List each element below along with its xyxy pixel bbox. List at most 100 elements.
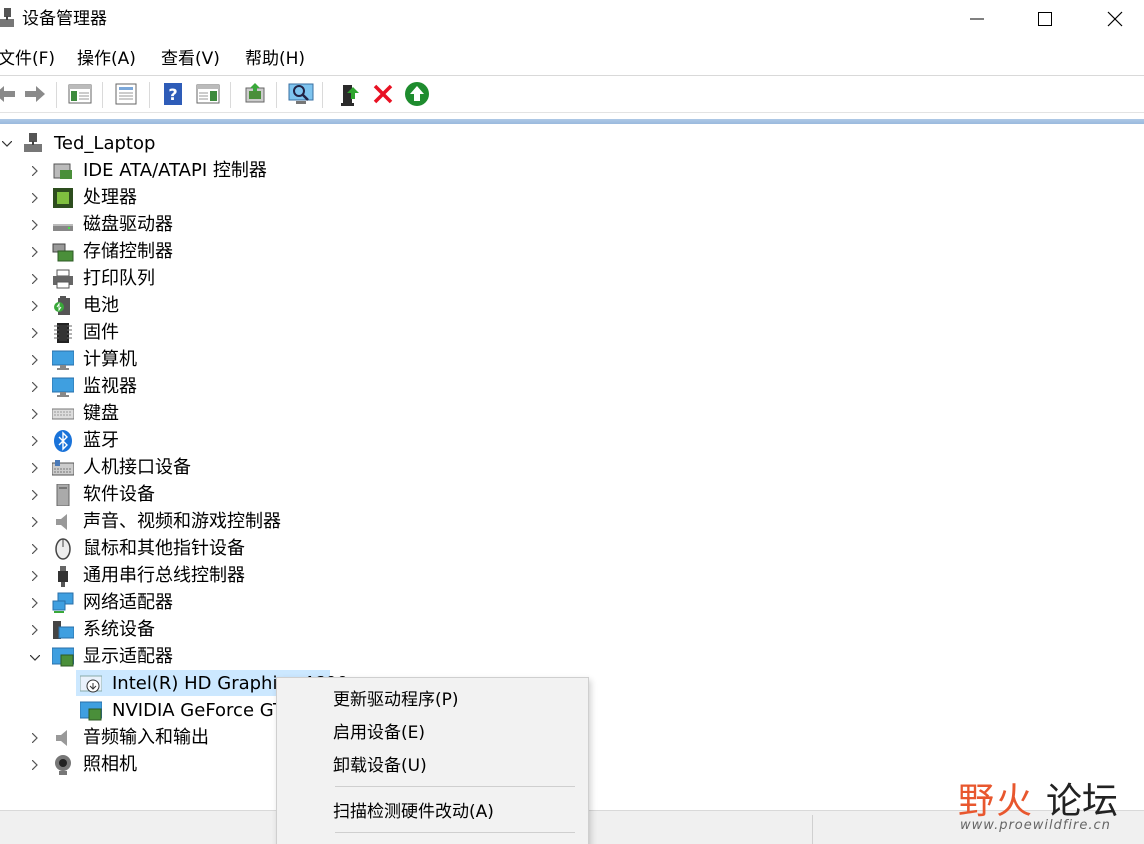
tree-item-mice[interactable]: 鼠标和其他指针设备 (0, 535, 300, 562)
tree-item-label: 处理器 (83, 187, 137, 208)
tree-item-label: 鼠标和其他指针设备 (83, 538, 245, 559)
tree-item-label: IDE ATA/ATAPI 控制器 (83, 160, 267, 181)
action-pane-icon (196, 84, 220, 104)
tree-item-label: 照相机 (83, 754, 137, 775)
tree-item-system-devices[interactable]: 系统设备 (0, 616, 300, 643)
tree-root-label: Ted_Laptop (54, 133, 156, 154)
menu-item-uninstall-device[interactable]: 卸载设备(U) (333, 754, 427, 778)
chevron-right-icon[interactable] (28, 461, 42, 475)
chevron-right-icon[interactable] (28, 191, 42, 205)
window-title: 设备管理器 (22, 9, 107, 29)
tree-item-usb-controllers[interactable]: 通用串行总线控制器 (0, 562, 300, 589)
update-driver-button[interactable] (242, 81, 268, 107)
help-button[interactable]: ? (160, 81, 186, 107)
chevron-right-icon[interactable] (28, 758, 42, 772)
display-adapter-icon (80, 701, 102, 721)
menu-item-scan-hardware[interactable]: 扫描检测硬件改动(A) (333, 800, 494, 824)
menu-separator (335, 832, 575, 833)
menu-view[interactable]: 查看(V) (161, 47, 220, 71)
tree-item-label: 软件设备 (83, 484, 155, 505)
enable-device-button[interactable] (336, 81, 362, 107)
chevron-right-icon[interactable] (28, 569, 42, 583)
tree-item-label: 监视器 (83, 376, 137, 397)
chevron-right-icon[interactable] (28, 272, 42, 286)
tree-item-label: 计算机 (83, 349, 137, 370)
tree-item-keyboards[interactable]: 键盘 (0, 400, 300, 427)
properties-button[interactable] (113, 81, 139, 107)
chevron-right-icon[interactable] (28, 515, 42, 529)
chevron-right-icon[interactable] (28, 542, 42, 556)
chevron-right-icon[interactable] (28, 245, 42, 259)
menu-item-enable-device[interactable]: 启用设备(E) (333, 721, 425, 745)
close-button[interactable] (1080, 0, 1144, 38)
chevron-right-icon[interactable] (28, 623, 42, 637)
chevron-right-icon[interactable] (28, 164, 42, 178)
tree-item-disk-drives[interactable]: 磁盘驱动器 (0, 211, 300, 238)
tree-item-battery[interactable]: 电池 (0, 292, 300, 319)
uninstall-device-button[interactable] (370, 81, 396, 107)
storage-controller-icon (52, 243, 74, 262)
disk-drive-icon (53, 224, 73, 231)
tree-item-label: 蓝牙 (83, 430, 119, 451)
printer-icon (53, 269, 73, 289)
update-driver-icon (245, 83, 265, 103)
chevron-right-icon[interactable] (28, 380, 42, 394)
tree-item-sound-video[interactable]: 声音、视频和游戏控制器 (0, 508, 320, 535)
watermark-url: www.proewildfire.cn (960, 818, 1111, 833)
enable-device-green-button[interactable] (404, 81, 430, 107)
menu-file[interactable]: 文件(F) (0, 47, 55, 71)
chevron-down-icon[interactable] (0, 137, 14, 151)
svg-text:?: ? (168, 85, 177, 104)
maximize-button[interactable] (1010, 0, 1080, 38)
action-pane-button[interactable] (195, 81, 221, 107)
tree-item-processor[interactable]: 处理器 (0, 184, 300, 211)
tree-item-monitors[interactable]: 监视器 (0, 373, 300, 400)
tree-item-network-adapters[interactable]: 网络适配器 (0, 589, 300, 616)
chevron-right-icon[interactable] (28, 596, 42, 610)
tree-item-cameras[interactable]: 照相机 (0, 751, 300, 778)
chevron-right-icon[interactable] (28, 407, 42, 421)
tree-item-computer[interactable]: 计算机 (0, 346, 300, 373)
speaker-icon (56, 730, 67, 746)
tree-item-bluetooth[interactable]: 蓝牙 (0, 427, 300, 454)
context-menu: 更新驱动程序(P) 启用设备(E) 卸载设备(U) 扫描检测硬件改动(A) (276, 677, 589, 844)
toolbar: ? (0, 75, 1144, 112)
chevron-down-icon[interactable] (28, 651, 42, 665)
forward-button[interactable] (22, 81, 48, 107)
uninstall-icon (373, 84, 393, 104)
toolbar-separator (230, 82, 231, 108)
chevron-right-icon[interactable] (28, 326, 42, 340)
minimize-button[interactable] (942, 0, 1012, 38)
chevron-right-icon[interactable] (28, 353, 42, 367)
scan-hardware-icon (288, 83, 314, 104)
menu-action[interactable]: 操作(A) (77, 47, 136, 71)
menu-item-update-driver[interactable]: 更新驱动程序(P) (333, 688, 459, 712)
chevron-right-icon[interactable] (28, 299, 42, 313)
tree-item-hid[interactable]: 人机接口设备 (0, 454, 300, 481)
display-disabled-icon (80, 675, 102, 693)
enable-device-icon (341, 85, 359, 106)
tree-item-storage-controllers[interactable]: 存储控制器 (0, 238, 300, 265)
chevron-right-icon[interactable] (28, 731, 42, 745)
tree-root[interactable]: Ted_Laptop (0, 130, 200, 157)
toolbar-separator (56, 82, 57, 108)
back-button[interactable] (0, 81, 18, 107)
minimize-icon (970, 18, 984, 20)
scan-hardware-button[interactable] (288, 81, 314, 107)
tree-item-audio-io[interactable]: 音频输入和输出 (0, 724, 300, 751)
computer-icon (52, 350, 74, 370)
device-manager-window: 设备管理器 文件(F) 操作(A) 查看(V) 帮助(H) ? Ted_Lapt… (0, 0, 1144, 844)
tree-item-label: 电池 (83, 295, 119, 316)
tree-item-display-adapters[interactable]: 显示适配器 (0, 643, 300, 670)
tree-item-print-queues[interactable]: 打印队列 (0, 265, 300, 292)
tree-item-ide-ata[interactable]: IDE ATA/ATAPI 控制器 (0, 157, 300, 184)
usb-icon (58, 566, 68, 587)
menu-help[interactable]: 帮助(H) (245, 47, 305, 71)
tree-item-software-devices[interactable]: 软件设备 (0, 481, 300, 508)
show-hide-console-tree-button[interactable] (67, 81, 93, 107)
chevron-right-icon[interactable] (28, 218, 42, 232)
firmware-chip-icon (54, 323, 72, 343)
chevron-right-icon[interactable] (28, 488, 42, 502)
chevron-right-icon[interactable] (28, 434, 42, 448)
tree-item-firmware[interactable]: 固件 (0, 319, 300, 346)
